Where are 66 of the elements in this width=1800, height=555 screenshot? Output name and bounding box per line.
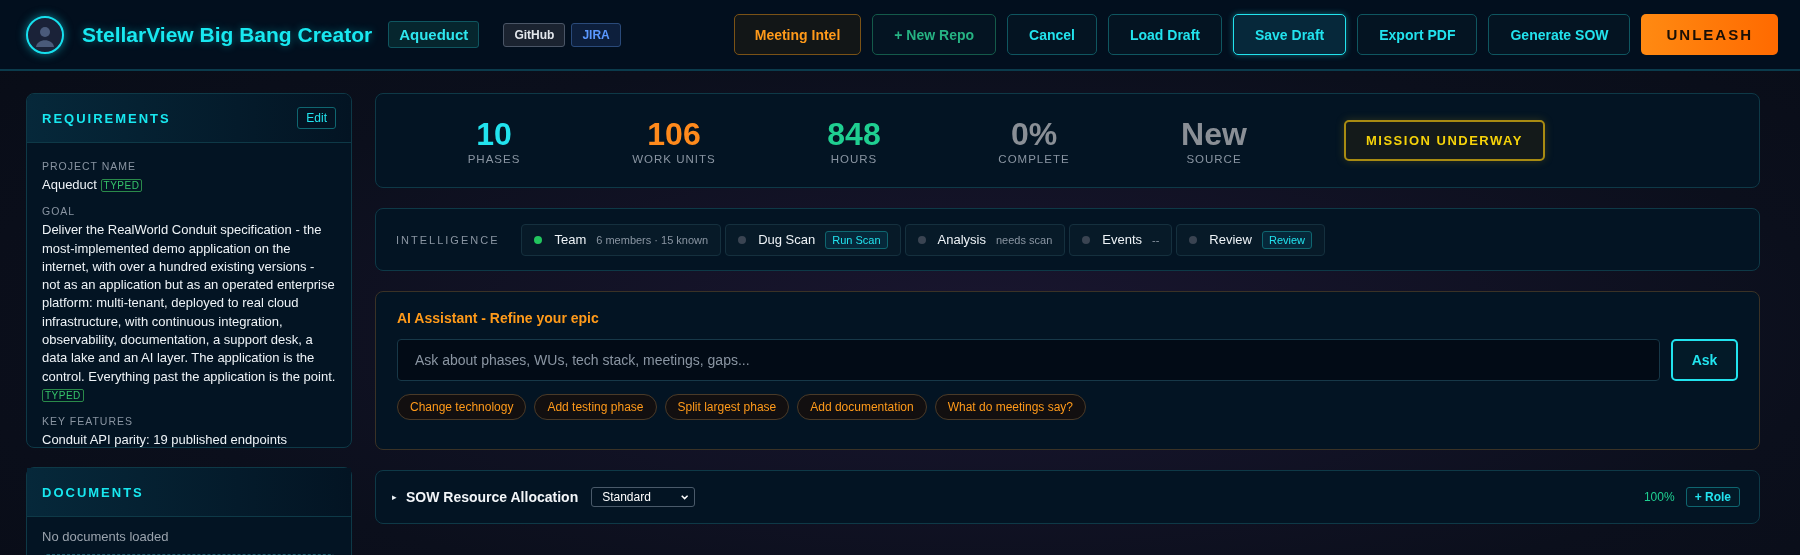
- suggestion-chip[interactable]: Add documentation: [797, 394, 927, 420]
- field-label: PROJECT NAME: [42, 160, 138, 172]
- intel-chip[interactable]: Dug Scan Run Scan: [725, 223, 901, 256]
- chip-label: Analysis: [937, 232, 986, 247]
- ask-button[interactable]: Ask: [1671, 339, 1738, 381]
- mission-button[interactable]: MISSION UNDERWAY: [1344, 120, 1545, 161]
- stat-value: 0%: [1010, 116, 1058, 151]
- stat-value: 106: [647, 116, 701, 151]
- chip-button[interactable]: Review: [1261, 230, 1313, 249]
- header-button[interactable]: Export PDF: [1357, 14, 1478, 55]
- question-field[interactable]: Ask about phases, WUs, tech stack, meetings, gaps...: [397, 339, 1660, 381]
- header-button[interactable]: Save Draft: [1232, 14, 1347, 55]
- intel-chip[interactable]: Analysis needs scan: [904, 223, 1066, 256]
- header-button[interactable]: Generate SOW: [1488, 14, 1631, 55]
- field-value: Aqueduct: [42, 177, 97, 192]
- empty-text: No documents loaded: [42, 529, 170, 544]
- section-title: SOW Resource Allocation: [406, 489, 579, 505]
- stat-value: New: [1181, 116, 1247, 151]
- expand-toggle[interactable]: ▸: [392, 492, 397, 502]
- field-label: GOAL: [42, 205, 77, 218]
- typed-badge: TYPED: [100, 179, 143, 192]
- chip-detail: 6 members · 15 known: [596, 233, 709, 246]
- stat-label: COMPLETE: [998, 152, 1070, 165]
- header-button[interactable]: Load Draft: [1107, 14, 1222, 55]
- card-title: DOCUMENTS: [42, 484, 144, 500]
- field-value: Deliver the RealWorld Conduit specification - the most-implemented demo application on the internet, with over a hundred existing versions - not as an application but as an operated enterprise platform: multi-tenant, deployed to real cloud infrastructure, with continuous integration, observability, documentation, a support desk, a data lake and an AI layer. The application is the control. Everything past the application is the point.: [42, 222, 336, 384]
- typed-badge: TYPED: [42, 388, 84, 402]
- rate-dropdown[interactable]: Standard: [591, 487, 696, 507]
- stat-value: 848: [827, 116, 881, 151]
- header-button[interactable]: Meeting Intel: [733, 14, 862, 55]
- suggestion-chip[interactable]: What do meetings say?: [934, 394, 1087, 420]
- suggestion-chip[interactable]: Split largest phase: [664, 394, 790, 420]
- assistant-title: AI Assistant - Refine your epic: [397, 310, 600, 326]
- allocation-percent: 100%: [1643, 490, 1675, 504]
- suggestion-chip[interactable]: Add testing phase: [534, 394, 657, 420]
- edit-button[interactable]: Edit: [297, 107, 336, 129]
- field-value: Conduit API parity: 19 published endpoints: [42, 432, 287, 447]
- chip-detail: needs scan: [996, 233, 1053, 246]
- chip-detail: --: [1152, 233, 1160, 246]
- section-label: INTELLIGENCE: [396, 233, 500, 246]
- stat-label: WORK UNITS: [632, 152, 716, 165]
- integration-badge[interactable]: JIRA: [571, 22, 621, 47]
- card-title: REQUIREMENTS: [42, 110, 171, 126]
- chip-label: Review: [1209, 232, 1252, 247]
- integration-badge[interactable]: GitHub: [503, 22, 566, 47]
- chip-label: Team: [554, 232, 587, 247]
- header-button[interactable]: UNLEASH: [1641, 14, 1778, 55]
- app-title: StellarView Big Bang Creator: [82, 22, 373, 47]
- header-button[interactable]: Cancel: [1007, 14, 1097, 55]
- intel-chip[interactable]: Team 6 members · 15 known: [521, 223, 722, 256]
- chip-button[interactable]: Run Scan: [825, 230, 888, 249]
- stat-label: HOURS: [830, 152, 878, 165]
- chip-label: Dug Scan: [758, 232, 816, 247]
- stat-label: PHASES: [467, 152, 521, 165]
- field-label: KEY FEATURES: [42, 415, 134, 428]
- project-badge: Aqueduct: [388, 21, 480, 48]
- suggestion-chip[interactable]: Change technology: [397, 394, 527, 420]
- header-button[interactable]: + New Repo: [872, 14, 997, 55]
- chevron-icon: [680, 493, 689, 501]
- avatar-icon: [26, 15, 64, 54]
- intel-chip[interactable]: Review Review: [1176, 223, 1326, 256]
- intel-chip[interactable]: Events --: [1069, 223, 1173, 256]
- chip-label: Events: [1102, 232, 1142, 247]
- add-role-button[interactable]: + Role: [1685, 487, 1740, 507]
- stat-label: SOURCE: [1186, 152, 1242, 165]
- stat-value: 10: [476, 116, 512, 151]
